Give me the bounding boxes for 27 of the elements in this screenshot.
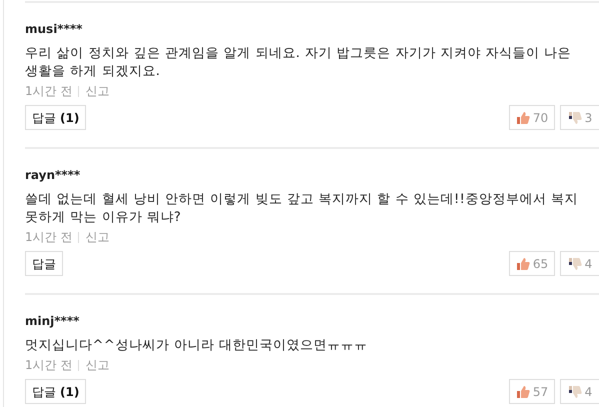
dislike-button[interactable]: 4 — [560, 379, 599, 404]
thumbs-up-icon — [516, 110, 530, 124]
reply-button[interactable]: 답글 (1) — [25, 379, 86, 404]
username: rayn**** — [25, 167, 82, 183]
thumbs-down-icon — [568, 110, 582, 124]
username: minj**** — [25, 313, 80, 329]
thumbs-up-icon — [516, 256, 530, 270]
reply-button[interactable]: 답글 — [25, 251, 63, 276]
timestamp: 1시간 전 — [25, 229, 72, 245]
username: musi**** — [25, 21, 84, 37]
reply-button[interactable]: 답글 (1) — [25, 105, 86, 130]
thumbs-down-icon — [568, 384, 582, 398]
dislike-button[interactable]: 3 — [560, 105, 599, 130]
report-link[interactable]: 신고 — [85, 357, 110, 373]
comment-text: 쓸데 없는데 혈세 낭비 안하면 이렇게 빚도 갚고 복지까지 할 수 있는데!!중앙정부에서 복지 못하게 막는 이유가 뭐냐? — [25, 191, 580, 227]
comment-text: 멋지십니다^^성나씨가 아니라 대한민국이였으면ㅠㅠㅠ — [25, 337, 369, 355]
like-button[interactable]: 57 — [509, 379, 555, 404]
thumbs-down-icon — [568, 256, 582, 270]
like-button[interactable]: 65 — [509, 251, 555, 276]
like-button[interactable]: 70 — [509, 105, 555, 130]
timestamp: 1시간 전 — [25, 357, 72, 373]
report-link[interactable]: 신고 — [85, 229, 110, 245]
report-link[interactable]: 신고 — [85, 83, 110, 99]
dislike-button[interactable]: 4 — [560, 251, 599, 276]
thumbs-up-icon — [516, 384, 530, 398]
comment-text: 우리 삶이 정치와 깊은 관계임을 알게 되네요. 자기 밥그릇은 자기가 지켜야 자식들이 나은 생활을 하게 되겠지요. — [25, 45, 572, 81]
timestamp: 1시간 전 — [25, 83, 72, 99]
